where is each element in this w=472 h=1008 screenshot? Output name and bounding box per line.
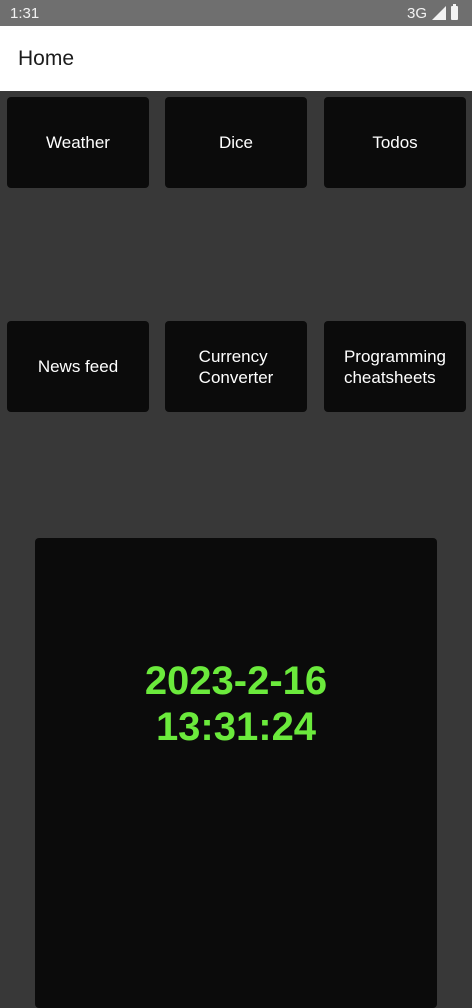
clock-time: 13:31:24 (155, 705, 317, 749)
app-bar: Home (0, 26, 472, 91)
tile-label: News feed (37, 357, 119, 376)
tile-label-line2: Converter (198, 367, 274, 387)
tile-label-line1: Programming (343, 346, 447, 366)
clock-display: 2023-2-16 13:31:24 (35, 658, 437, 750)
tile-label: Dice (218, 133, 253, 152)
status-bar: 1:31 3G (0, 0, 472, 26)
tile-label-line2: cheatsheets (343, 367, 436, 387)
currency-converter-tile[interactable]: Currency Converter (165, 321, 307, 412)
tile-label: Weather (46, 133, 110, 152)
status-time: 1:31 (10, 4, 40, 22)
news-feed-tile[interactable]: News feed (7, 321, 149, 412)
clock-panel: 2023-2-16 13:31:24 (35, 538, 437, 1008)
clock-date: 2023-2-16 (144, 659, 328, 703)
dice-tile[interactable]: Dice (165, 97, 307, 188)
battery-icon (451, 4, 458, 20)
tile-label: Todos (372, 133, 418, 152)
programming-cheatsheets-tile[interactable]: Programming cheatsheets (324, 321, 466, 412)
todos-tile[interactable]: Todos (324, 97, 466, 188)
weather-tile[interactable]: Weather (7, 97, 149, 188)
page-title: Home (18, 46, 75, 70)
tile-label-line1: Currency (198, 346, 268, 366)
network-type: 3G (406, 4, 427, 22)
signal-icon (432, 6, 446, 20)
status-indicators: 3G (406, 4, 458, 22)
